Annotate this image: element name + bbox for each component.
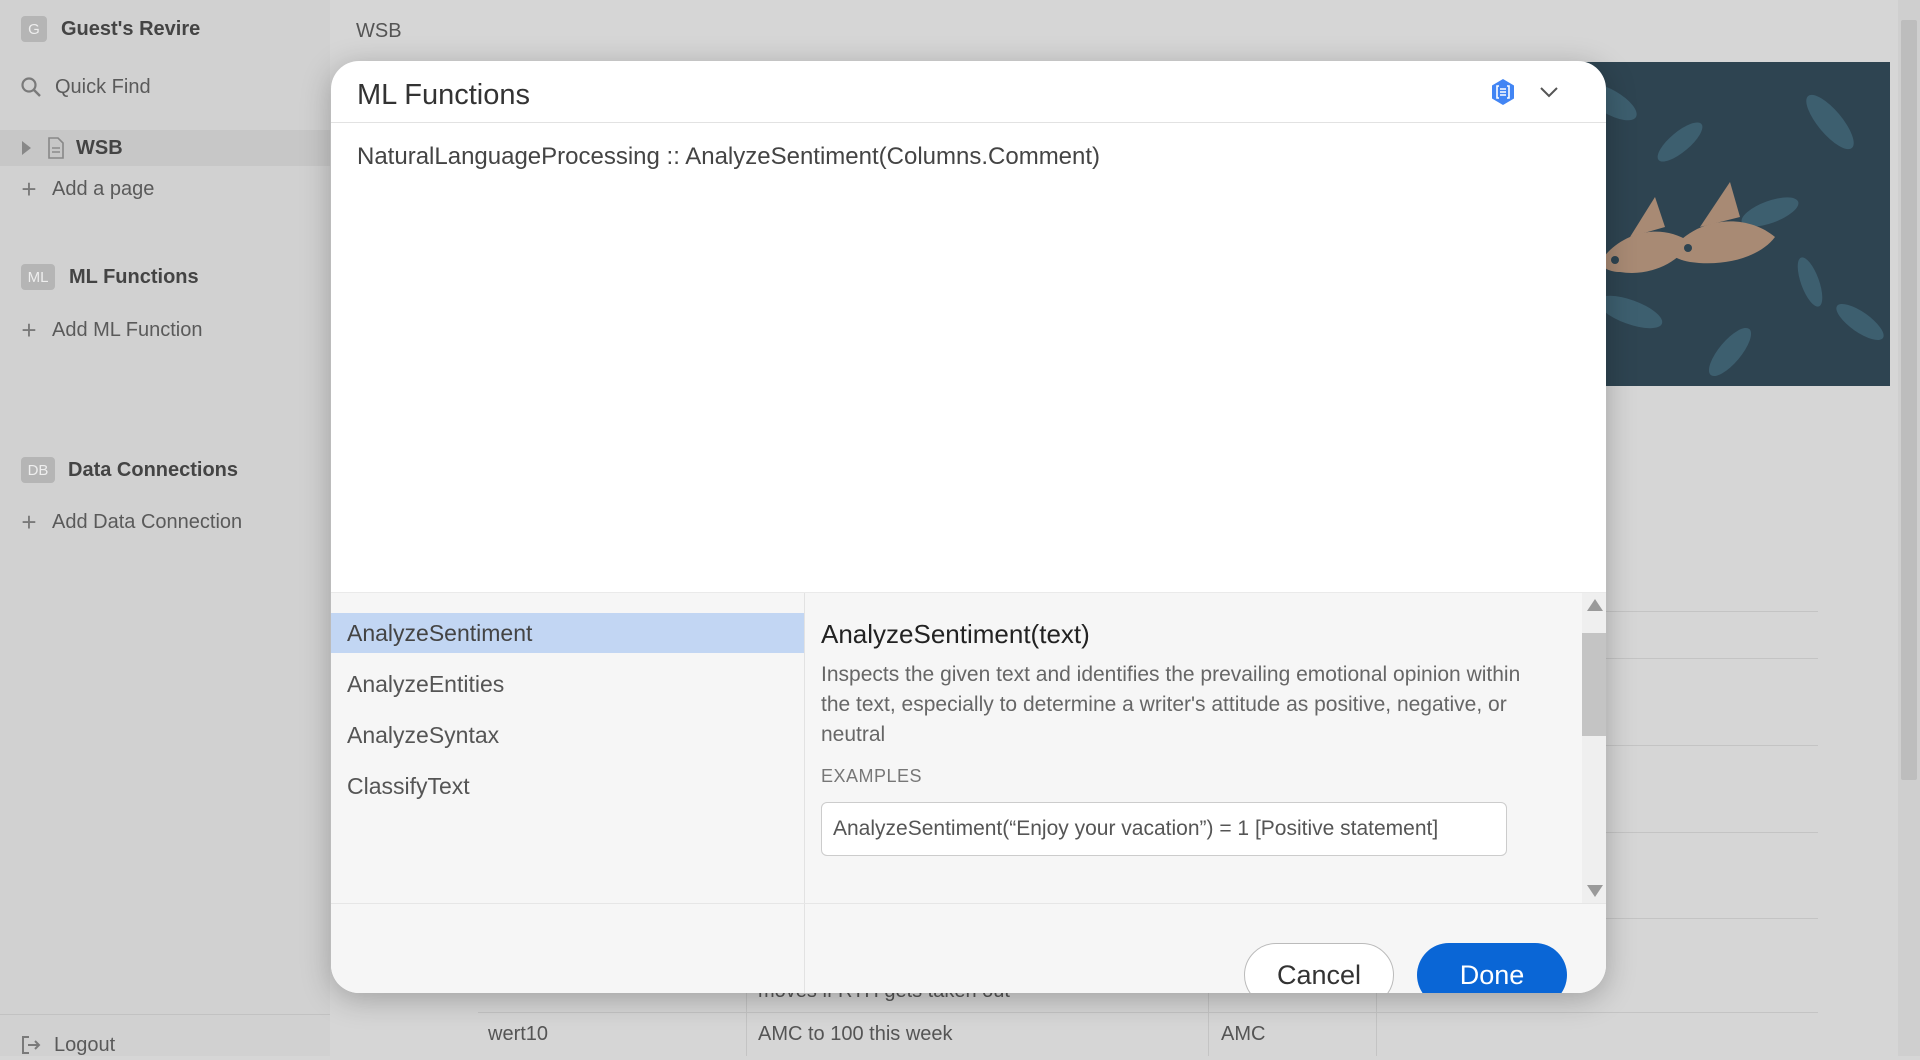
divider bbox=[804, 593, 805, 993]
doc-scrollbar-thumb[interactable] bbox=[1582, 633, 1606, 736]
data-connections-section[interactable]: DB Data Connections bbox=[0, 455, 330, 485]
workspace-name: Guest's Revire bbox=[61, 17, 201, 40]
cover-pattern-image bbox=[1570, 62, 1890, 386]
doc-scrollbar[interactable] bbox=[1582, 593, 1606, 903]
breadcrumb[interactable]: WSB bbox=[356, 20, 402, 43]
add-ml-function-label: Add ML Function bbox=[52, 318, 203, 341]
table-line bbox=[1606, 832, 1818, 833]
expand-arrow-icon[interactable] bbox=[22, 141, 31, 155]
chevron-down-icon[interactable] bbox=[1538, 81, 1560, 103]
ml-functions-title: ML Functions bbox=[69, 265, 199, 288]
table-vline bbox=[1208, 993, 1209, 1056]
table-cell[interactable]: AMC to 100 this week bbox=[758, 1023, 953, 1046]
plus-icon: + bbox=[21, 173, 37, 204]
search-icon bbox=[21, 77, 41, 97]
ml-functions-dialog: ML Functions NaturalLanguageProcessing :… bbox=[331, 61, 1606, 993]
dialog-title: ML Functions bbox=[357, 79, 530, 111]
cancel-button[interactable]: Cancel bbox=[1244, 943, 1394, 993]
data-connections-title: Data Connections bbox=[68, 458, 239, 481]
done-button[interactable]: Done bbox=[1417, 943, 1567, 993]
workspace-badge: G bbox=[21, 16, 47, 42]
add-page-button[interactable]: + Add a page bbox=[0, 174, 330, 204]
function-item-analyzesyntax[interactable]: AnalyzeSyntax bbox=[331, 715, 804, 755]
table-cell[interactable]: wert10 bbox=[488, 1023, 548, 1046]
divider bbox=[331, 903, 1606, 904]
cover-image bbox=[1570, 62, 1890, 386]
function-browser: AnalyzeSentiment AnalyzeEntities Analyze… bbox=[331, 592, 1606, 993]
function-doc-title: AnalyzeSentiment(text) bbox=[821, 619, 1090, 649]
scroll-down-icon[interactable] bbox=[1587, 885, 1603, 897]
add-data-connection-label: Add Data Connection bbox=[52, 510, 243, 533]
expression-editor[interactable]: NaturalLanguageProcessing :: AnalyzeSent… bbox=[357, 143, 1100, 171]
divider bbox=[0, 1014, 330, 1015]
sidebar-item-label: WSB bbox=[76, 136, 123, 159]
table-line bbox=[1606, 918, 1818, 919]
function-item-classifytext[interactable]: ClassifyText bbox=[331, 766, 804, 806]
examples-label: EXAMPLES bbox=[821, 766, 923, 786]
add-ml-function-button[interactable]: + Add ML Function bbox=[0, 315, 330, 345]
ml-functions-section[interactable]: ML ML Functions bbox=[0, 262, 330, 292]
quick-find-label: Quick Find bbox=[55, 75, 151, 98]
plus-icon: + bbox=[21, 314, 37, 345]
page-scrollbar-thumb[interactable] bbox=[1901, 20, 1917, 780]
function-doc-description: Inspects the given text and identifies t… bbox=[821, 663, 1521, 746]
add-data-connection-button[interactable]: + Add Data Connection bbox=[0, 507, 330, 537]
table-line bbox=[1606, 745, 1818, 746]
page-scrollbar[interactable] bbox=[1898, 0, 1920, 1056]
scroll-up-icon[interactable] bbox=[1587, 599, 1603, 611]
table-cell[interactable]: AMC bbox=[1221, 1023, 1265, 1046]
function-item-analyzeentities[interactable]: AnalyzeEntities bbox=[331, 664, 804, 704]
table-line bbox=[1606, 611, 1818, 612]
sidebar: G Guest's Revire Quick Find WSB + Add a … bbox=[0, 0, 330, 1056]
add-page-label: Add a page bbox=[52, 177, 155, 200]
sidebar-item-wsb[interactable]: WSB bbox=[0, 130, 330, 166]
table-line bbox=[1606, 658, 1818, 659]
db-badge: DB bbox=[21, 457, 55, 483]
plus-icon: + bbox=[21, 506, 37, 537]
function-list: AnalyzeSentiment AnalyzeEntities Analyze… bbox=[331, 593, 804, 903]
logout-icon bbox=[22, 1036, 41, 1054]
page-icon bbox=[48, 137, 64, 159]
quick-find[interactable]: Quick Find bbox=[0, 72, 330, 102]
table-line bbox=[478, 1012, 1818, 1013]
table-vline bbox=[746, 993, 747, 1056]
function-item-analyzesentiment[interactable]: AnalyzeSentiment bbox=[331, 613, 804, 653]
cloud-nl-icon[interactable] bbox=[1489, 78, 1517, 106]
ml-badge: ML bbox=[21, 264, 55, 290]
example-box: AnalyzeSentiment(“Enjoy your vacation”) … bbox=[821, 802, 1507, 856]
workspace-header[interactable]: G Guest's Revire bbox=[0, 14, 330, 44]
divider bbox=[331, 122, 1606, 123]
logout-label: Logout bbox=[54, 1033, 116, 1056]
table-vline bbox=[1376, 993, 1377, 1056]
